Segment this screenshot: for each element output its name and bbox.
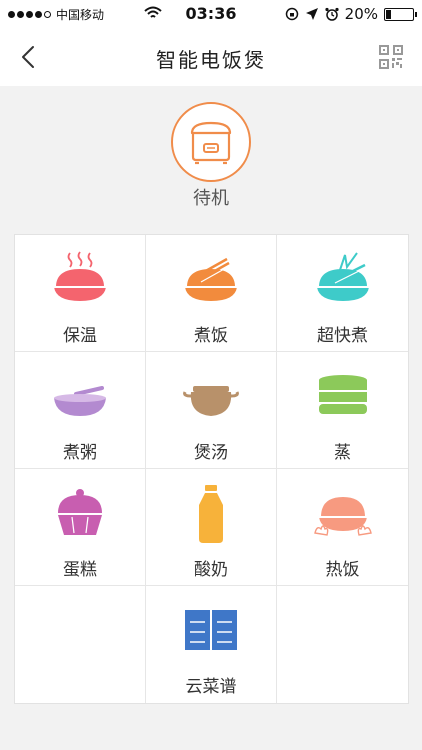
- battery-percentage: 20%: [344, 5, 378, 23]
- quick-cook-icon: [316, 252, 369, 301]
- mode-cake[interactable]: 蛋糕: [15, 469, 146, 586]
- empty-cell: [277, 586, 408, 703]
- steam-icon: [318, 375, 367, 414]
- mode-porridge[interactable]: 煮粥: [15, 352, 146, 469]
- keep-warm-icon: [54, 251, 106, 301]
- page-title: 智能电饭煲: [156, 48, 266, 72]
- nav-bar: 智能电饭煲: [0, 28, 422, 86]
- mode-label: 煮粥: [63, 443, 97, 463]
- cake-icon: [58, 489, 102, 535]
- mode-keep-warm[interactable]: 保温: [15, 235, 146, 352]
- mode-label: 酸奶: [194, 560, 228, 580]
- mode-cloud-recipe[interactable]: 云菜谱: [146, 586, 277, 703]
- soup-icon: [183, 386, 239, 416]
- rotation-lock-icon: [285, 7, 298, 21]
- porridge-icon: [54, 386, 106, 416]
- reheat-icon: [313, 497, 372, 536]
- cook-rice-icon: [185, 257, 237, 301]
- mode-label: 热饭: [325, 560, 360, 580]
- mode-label: 云菜谱: [185, 677, 237, 697]
- mode-label: 煮饭: [194, 326, 228, 346]
- mode-steam[interactable]: 蒸: [277, 352, 408, 469]
- mode-label: 煲汤: [194, 443, 228, 463]
- rice-cooker-status-button[interactable]: [171, 102, 251, 182]
- mode-label: 超快煮: [317, 326, 368, 346]
- rice-cooker-icon: [190, 121, 232, 165]
- mode-label: 蛋糕: [63, 560, 97, 580]
- cooking-mode-grid: 保温 煮饭 超快煮 煮粥 煲汤 蒸 蛋糕 酸奶 热饭 云菜谱: [14, 234, 409, 704]
- cloud-recipe-icon: [185, 610, 237, 650]
- battery-icon: [384, 7, 417, 21]
- location-arrow-icon: [305, 8, 318, 20]
- status-bar: 中国移动 03:36 20%: [0, 0, 422, 28]
- mode-cook-rice[interactable]: 煮饭: [146, 235, 277, 352]
- empty-cell: [15, 586, 146, 703]
- mode-soup[interactable]: 煲汤: [146, 352, 277, 469]
- mode-yogurt[interactable]: 酸奶: [146, 469, 277, 586]
- alarm-icon: [325, 7, 339, 21]
- qr-code-button[interactable]: [378, 44, 404, 70]
- mode-quick-cook[interactable]: 超快煮: [277, 235, 408, 352]
- mode-label: 蒸: [334, 443, 351, 463]
- mode-reheat[interactable]: 热饭: [277, 469, 408, 586]
- mode-label: 保温: [63, 326, 97, 346]
- yogurt-icon: [199, 485, 223, 543]
- device-status-label: 待机: [193, 188, 229, 209]
